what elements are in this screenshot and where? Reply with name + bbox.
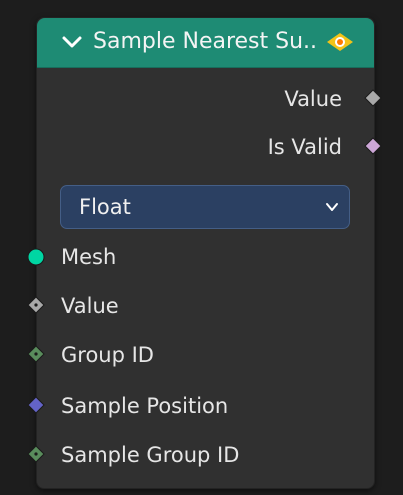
input-socket-mesh[interactable] bbox=[27, 248, 45, 266]
input-label-mesh: Mesh bbox=[61, 245, 117, 269]
warning-eye-icon[interactable] bbox=[325, 31, 355, 53]
input-socket-group-id[interactable] bbox=[27, 345, 45, 363]
input-socket-value[interactable] bbox=[27, 296, 45, 314]
input-label-group-id: Group ID bbox=[61, 343, 154, 367]
output-label-value: Value bbox=[284, 87, 342, 111]
chevron-down-icon[interactable] bbox=[61, 31, 83, 53]
node-title: Sample Nearest Su.. bbox=[93, 29, 318, 54]
data-type-value: Float bbox=[79, 195, 131, 219]
chevron-down-icon bbox=[326, 203, 338, 211]
input-socket-sample-group-id[interactable] bbox=[27, 445, 45, 463]
input-label-value: Value bbox=[61, 294, 119, 318]
input-socket-sample-position[interactable] bbox=[27, 396, 45, 414]
node-header[interactable]: Sample Nearest Su.. bbox=[37, 18, 374, 68]
input-label-sample-group-id: Sample Group ID bbox=[61, 443, 240, 467]
output-socket-is-valid[interactable] bbox=[364, 137, 382, 155]
sample-nearest-surface-node[interactable]: Sample Nearest Su.. Value Is Valid Float… bbox=[27, 17, 382, 489]
input-label-sample-position: Sample Position bbox=[61, 394, 229, 418]
output-socket-value[interactable] bbox=[364, 89, 382, 107]
data-type-dropdown[interactable]: Float bbox=[60, 185, 350, 229]
output-label-is-valid: Is Valid bbox=[267, 135, 342, 159]
